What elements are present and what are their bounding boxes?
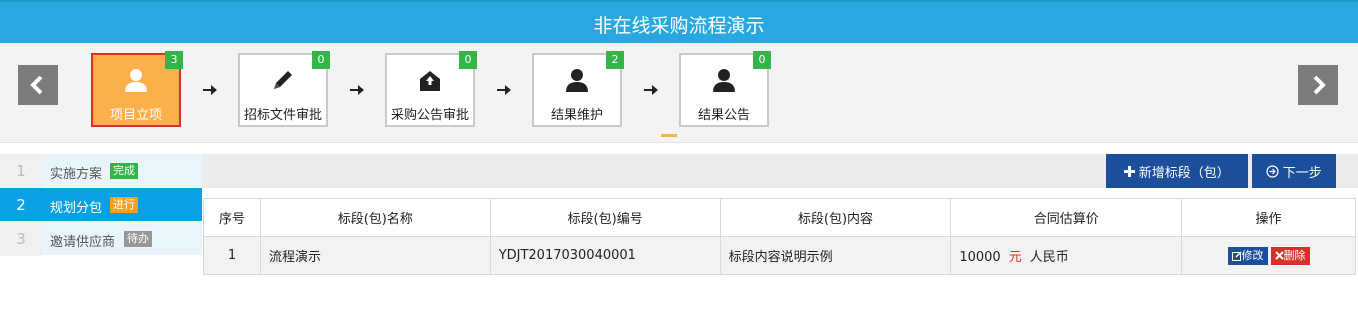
step-label: 招标文件审批 <box>243 108 322 123</box>
step-label: 结果公告 <box>697 108 750 123</box>
edit-icon <box>1231 251 1242 261</box>
next-step-button[interactable]: 下一步 <box>1252 154 1336 188</box>
sidebar-item-label: 实施方案 <box>50 167 103 182</box>
sidebar-item-label: 邀请供应商 <box>50 235 116 250</box>
status-badge: 待办 <box>124 231 152 247</box>
table-row: 1 流程演示 YDJT2017030040001 标段内容说明示例 10000 元… <box>203 236 1356 275</box>
step-label: 结果维护 <box>550 108 603 123</box>
row-index: 1 <box>203 236 261 275</box>
chevron-right-icon <box>1313 75 1326 95</box>
step-result-maintenance[interactable]: 2 结果维护 <box>532 51 624 127</box>
amount-currency: 人民币 <box>1029 250 1069 265</box>
page-title: 非在线采购流程演示 <box>593 15 765 37</box>
package-table: 序号 标段(包)名称 标段(包)编号 标段(包)内容 合同估算价 操作 1 流程… <box>203 198 1356 275</box>
toolbar: 新增标段（包） 下一步 <box>202 154 1358 188</box>
plus-icon <box>1124 165 1136 177</box>
next-arrow-button[interactable] <box>1298 65 1338 105</box>
package-name: 流程演示 <box>259 236 491 275</box>
chevron-left-icon <box>30 75 43 95</box>
amount-value: 10000 <box>959 250 1001 265</box>
add-package-label: 新增标段（包） <box>1138 164 1230 180</box>
package-content: 标段内容说明示例 <box>719 236 952 275</box>
process-flow: 3 项目立项 0 招标文件审批 0 采购公告审批 2 结果维护 0 结果公告 <box>0 43 1358 143</box>
sidebar-item-invite-suppliers[interactable]: 3 邀请供应商 待办 <box>0 222 202 256</box>
edit-label: 修改 <box>1241 249 1264 262</box>
delete-label: 删除 <box>1283 249 1306 262</box>
user-icon <box>566 69 588 92</box>
sidebar-item-number: 3 <box>0 222 42 256</box>
step-result-notice[interactable]: 0 结果公告 <box>679 51 771 127</box>
arrow-right-icon <box>203 85 217 95</box>
status-badge: 完成 <box>110 163 138 179</box>
column-header: 操作 <box>1181 198 1356 237</box>
step-project-setup[interactable]: 3 项目立项 <box>91 51 183 127</box>
arrow-right-icon <box>497 85 511 95</box>
sidebar-item-number: 2 <box>16 196 26 214</box>
user-icon <box>125 69 147 92</box>
arrow-right-icon <box>644 85 658 95</box>
close-icon <box>1274 251 1284 260</box>
step-label: 项目立项 <box>109 108 162 123</box>
column-header: 标段(包)名称 <box>259 198 491 237</box>
prev-arrow-button[interactable] <box>18 65 58 105</box>
column-header: 序号 <box>203 198 261 237</box>
column-header: 标段(包)编号 <box>489 198 721 237</box>
sidebar: 1 实施方案 完成 2 规划分包 进行 3 邀请供应商 待办 <box>0 154 202 256</box>
step-scroll-indicator <box>661 134 677 137</box>
table-header-row: 序号 标段(包)名称 标段(包)编号 标段(包)内容 合同估算价 操作 <box>203 198 1356 237</box>
sidebar-item-implementation-plan[interactable]: 1 实施方案 完成 <box>0 154 202 188</box>
step-bid-doc-approval[interactable]: 0 招标文件审批 <box>238 51 330 127</box>
status-badge: 进行 <box>110 197 138 213</box>
amount-unit: 元 <box>1008 250 1022 265</box>
column-header: 合同估算价 <box>950 198 1183 237</box>
sidebar-item-number: 1 <box>0 154 42 188</box>
arrow-circle-right-icon <box>1266 164 1279 178</box>
contract-estimate: 10000 元人民币 <box>950 236 1183 275</box>
package-code: YDJT2017030040001 <box>489 236 721 275</box>
delete-button[interactable]: 删除 <box>1270 246 1310 265</box>
pencil-icon <box>274 71 292 89</box>
add-package-button[interactable]: 新增标段（包） <box>1106 154 1248 188</box>
user-icon <box>713 69 735 92</box>
row-actions: 修改 删除 <box>1181 236 1356 275</box>
sidebar-item-package-planning[interactable]: 2 规划分包 进行 <box>0 188 202 222</box>
next-step-label: 下一步 <box>1282 164 1322 180</box>
column-header: 标段(包)内容 <box>719 198 952 237</box>
envelope-upload-icon <box>420 71 440 91</box>
page-header: 非在线采购流程演示 <box>0 0 1358 43</box>
step-label: 采购公告审批 <box>390 108 469 123</box>
arrow-right-icon <box>350 85 364 95</box>
step-notice-approval[interactable]: 0 采购公告审批 <box>385 51 477 127</box>
sidebar-item-label: 规划分包 <box>50 201 103 216</box>
edit-button[interactable]: 修改 <box>1227 246 1268 265</box>
